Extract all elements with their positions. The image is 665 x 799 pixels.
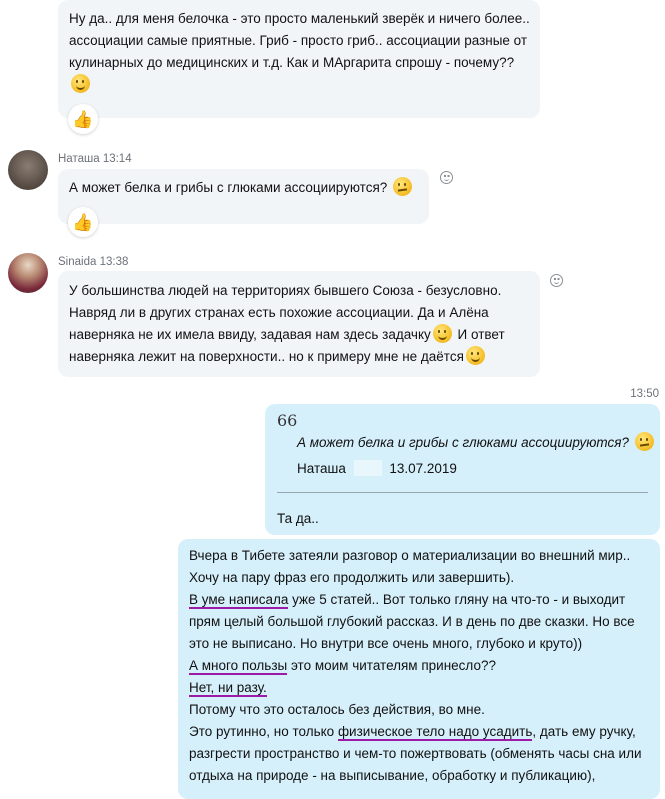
quote-author: Наташа <box>297 461 346 476</box>
message-line: это не выписано. Но внутри все очень мно… <box>189 636 583 651</box>
message-line: Ну да.. для меня белочка - это просто ма… <box>69 11 530 26</box>
message-line: отдыха на природе - на выписывание, обра… <box>189 768 596 783</box>
message-bubble-quote[interactable]: 66 А может белка и грибы с глюками ассоц… <box>265 404 660 535</box>
reaction-badge[interactable]: 👍 <box>68 207 98 237</box>
thumbs-up-icon: 👍 <box>72 109 94 129</box>
message-line: Навряд ли в других странах есть похожие … <box>69 305 489 320</box>
message-line: Нет, ни разу. <box>189 677 660 699</box>
quoted-text: А может белка и грибы с глюками ассоциир… <box>297 432 656 454</box>
message-line: Вчера в Тибете затеяли разговор о матери… <box>189 548 631 563</box>
quote-date: 13.07.2019 <box>389 461 457 476</box>
smile-emoji-icon <box>71 74 90 93</box>
reaction-badge[interactable]: 👍 <box>68 104 98 134</box>
message-time: 13:38 <box>99 256 129 268</box>
quote-divider <box>277 492 648 493</box>
message-line: ассоциации самые приятные. Гриб - просто… <box>69 33 528 48</box>
underlined-text: Нет, ни разу. <box>189 680 267 697</box>
quote-mark-icon: 66 <box>277 411 298 430</box>
underlined-text: физическое тело надо усадить <box>337 724 533 741</box>
message-bubble[interactable]: Вчера в Тибете затеяли разговор о матери… <box>178 539 660 799</box>
message-line: У большинства людей на территориях бывше… <box>69 283 502 298</box>
add-reaction-icon[interactable] <box>550 274 563 287</box>
thinking-emoji-icon <box>393 177 413 196</box>
message-line: Это рутинно, но только физическое тело н… <box>189 724 636 741</box>
message-line: Потому что это осталось без действия, во… <box>189 702 485 717</box>
message-bubble[interactable]: У большинства людей на территориях бывше… <box>58 271 540 377</box>
avatar[interactable] <box>8 150 48 190</box>
message-line: наверняка лежит на поверхности.. но к пр… <box>69 349 464 364</box>
message-time: 13:14 <box>102 153 132 165</box>
sender-name: Sinaida 13:38 <box>58 256 129 268</box>
message-bubble[interactable]: Ну да.. для меня белочка - это просто ма… <box>58 0 540 118</box>
message-line: В уме написала уже 5 статей.. Вот только… <box>189 592 626 609</box>
quote-meta: Наташа 13.07.2019 <box>297 458 457 480</box>
smile-emoji-icon <box>465 346 485 365</box>
message-text: А может белка и грибы с глюками ассоциир… <box>69 180 388 195</box>
message-text: Та да.. <box>277 511 319 526</box>
message-line: прям целый большой глубокий рассказ. И в… <box>189 614 635 629</box>
thinking-emoji-icon <box>634 432 654 451</box>
message-time: 13:50 <box>630 388 659 400</box>
message-line: разгрести пространство и чем-то пожертво… <box>189 746 642 761</box>
sender-name: Наташа 13:14 <box>58 153 132 165</box>
smile-emoji-icon <box>432 324 452 343</box>
add-reaction-icon[interactable] <box>440 171 453 184</box>
avatar[interactable] <box>8 253 48 293</box>
message-bubble[interactable]: А может белка и грибы с глюками ассоциир… <box>58 169 429 224</box>
message-line: наверняка не их имела ввиду, задавая нам… <box>69 327 431 342</box>
message-line: А много пользы это моим читателям принес… <box>189 658 496 675</box>
underlined-text: В уме написала <box>189 592 289 609</box>
thumbs-up-icon: 👍 <box>72 212 94 232</box>
underlined-text: А много пользы <box>189 658 288 675</box>
message-line: Хочу на пару фраз его продолжить или зав… <box>189 570 515 585</box>
message-line: И ответ <box>457 327 505 342</box>
message-line: кулинарных до медицинских и т.д. Как и М… <box>69 55 515 70</box>
